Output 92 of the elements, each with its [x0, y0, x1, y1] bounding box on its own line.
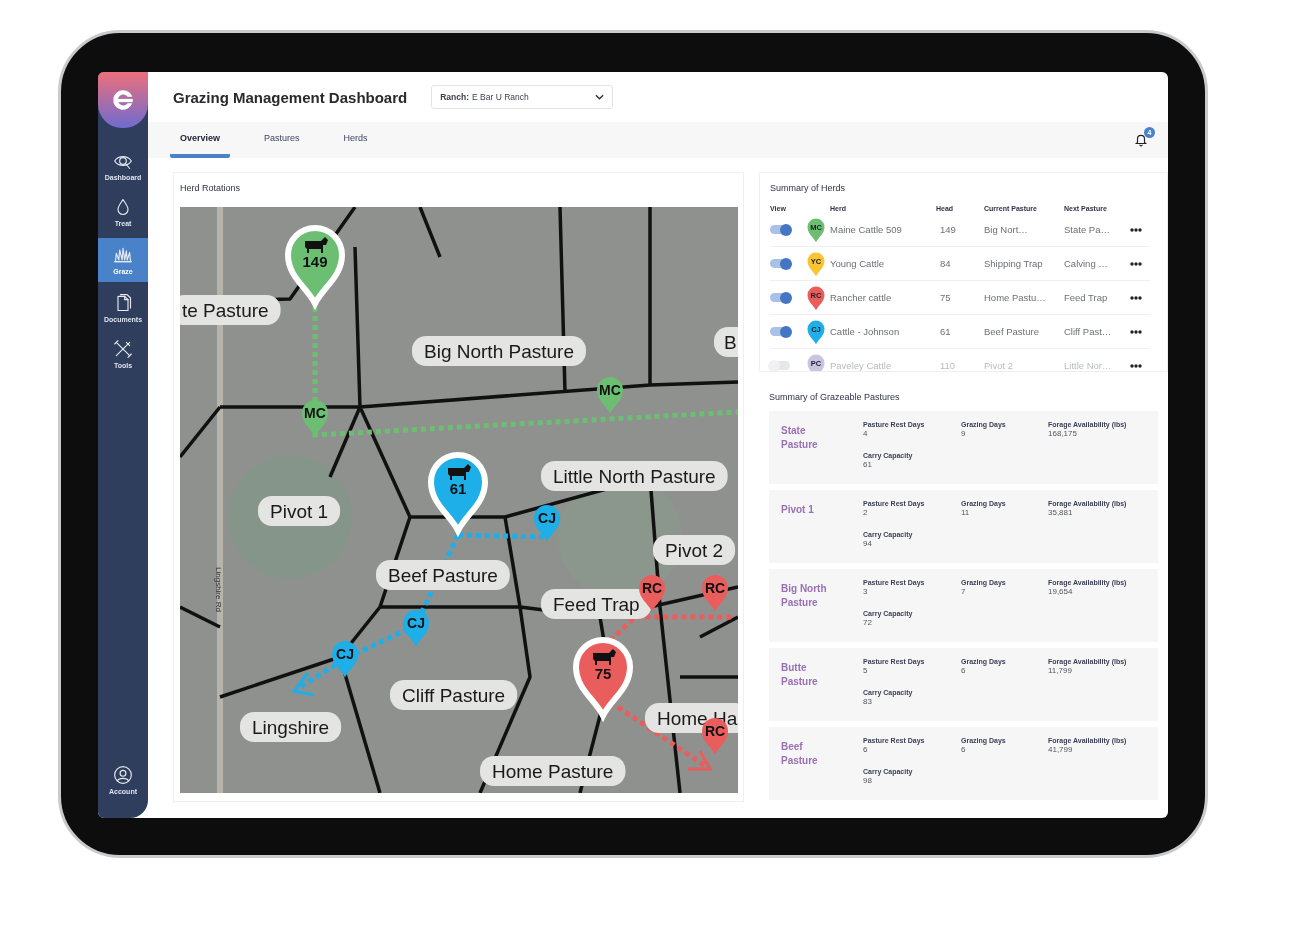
field-value: 6 [961, 666, 967, 675]
herd-name: Young Cattle [830, 247, 936, 281]
bell-icon[interactable] [1134, 133, 1148, 147]
next-pasture: State Pa… [1064, 213, 1130, 247]
more-icon[interactable] [1130, 227, 1142, 232]
tools-icon [112, 339, 134, 359]
next-pasture: Cliff Past… [1064, 315, 1130, 349]
pasture-name: Big North Pasture [781, 582, 828, 610]
more-icon[interactable] [1130, 261, 1142, 266]
view-toggle[interactable] [770, 225, 790, 234]
field-value: 168,175 [1048, 429, 1078, 438]
head-count: 84 [936, 247, 984, 281]
pasture-label: Pivot 2 [653, 535, 736, 565]
logo-icon [110, 87, 136, 113]
pasture-label: Little North Pasture [541, 461, 728, 491]
current-pasture: Shipping Trap [984, 247, 1064, 281]
view-toggle[interactable] [770, 259, 790, 268]
field-value: 5 [863, 666, 869, 675]
pin-initials: CJ [336, 646, 354, 662]
current-pasture: Pivot 2 [984, 349, 1064, 371]
herd-name: Paveley Cattle [830, 349, 936, 371]
page-title: Grazing Management Dashboard [173, 88, 408, 106]
pin-initials: CJ [407, 615, 425, 631]
field-value: 11,799 [1048, 666, 1073, 675]
field-value: 35,881 [1048, 508, 1074, 517]
pasture-name: Butte Pasture [781, 661, 819, 689]
more-icon[interactable] [1130, 295, 1142, 300]
next-pasture: Feed Trap [1064, 281, 1130, 315]
next-pasture: Little Nor… [1064, 349, 1130, 371]
head-count: 75 [936, 281, 984, 315]
field-value: 61 [863, 460, 873, 469]
pin-initials: RC [704, 723, 726, 739]
herd-count: 75 [594, 665, 612, 682]
pasture-label: Home Pasture [480, 756, 626, 786]
pasture-label: Big North Pasture [412, 336, 586, 366]
pin-initials: RC [704, 580, 726, 596]
head-count: 61 [936, 315, 984, 349]
section-title: Summary of Grazeable Pastures [769, 392, 901, 402]
field-value: 6 [863, 745, 869, 754]
field-value: 4 [863, 429, 869, 438]
pin-initials: MC [599, 382, 621, 398]
tab[interactable]: Pastures [254, 122, 310, 158]
herd-count: 61 [449, 480, 467, 497]
card-title: Herd Rotations [180, 183, 242, 193]
pasture-label: Pivot 1 [258, 496, 341, 526]
pasture-name: State Pasture [781, 424, 819, 452]
more-icon[interactable] [1130, 329, 1142, 334]
grass-icon [112, 245, 134, 265]
card-title: Summary of Herds [770, 183, 847, 193]
tab[interactable]: Herds [333, 122, 378, 158]
herd-count: 149 [302, 253, 328, 270]
field-value: 11 [961, 508, 971, 517]
head-count: 149 [936, 213, 984, 247]
field-value: 19,654 [1048, 587, 1074, 596]
pasture-label: te Pasture [180, 295, 281, 325]
field-value: 41,799 [1048, 745, 1074, 754]
cow-icon [448, 464, 471, 480]
current-pasture: Big Nort… [984, 213, 1064, 247]
pasture-name: Beef Pasture [781, 740, 819, 768]
view-toggle[interactable] [770, 327, 790, 336]
field-value: 83 [863, 697, 873, 706]
view-toggle[interactable] [770, 361, 790, 370]
herd-name: Cattle - Johnson [830, 315, 936, 349]
field-value: 3 [863, 587, 869, 596]
pasture-name: Pivot 1 [781, 503, 815, 517]
head-count: 110 [936, 349, 984, 371]
field-value: 98 [863, 776, 873, 785]
field-value: 72 [863, 618, 873, 627]
field-value: 7 [961, 587, 967, 596]
field-value: 2 [863, 508, 869, 517]
view-toggle[interactable] [770, 293, 790, 302]
road-label: Lingshire Rd [214, 567, 223, 612]
cow-icon [305, 237, 328, 253]
herd-name: Maine Cattle 509 [830, 213, 936, 247]
user-icon [112, 765, 134, 785]
field-value: 9 [961, 429, 967, 438]
field-value: 94 [863, 539, 873, 548]
ranch-dropdown[interactable]: Ranch: E Bar U Ranch [431, 85, 614, 109]
pin-initials: MC [304, 405, 326, 421]
caret-icon [595, 94, 605, 100]
pasture-label: Beef Pasture [376, 560, 510, 590]
tab[interactable]: Overview [170, 122, 231, 158]
herd-name: Rancher cattle [830, 281, 936, 315]
next-pasture: Calving … [1064, 247, 1130, 281]
pin-initials: CJ [538, 510, 556, 526]
current-pasture: Beef Pasture [984, 315, 1064, 349]
cow-icon [593, 649, 616, 665]
pasture-label: Lingshire [240, 712, 342, 742]
more-icon[interactable] [1130, 363, 1142, 368]
pasture-label: Cliff Pasture [390, 680, 518, 710]
field-value: 6 [961, 745, 967, 754]
current-pasture: Home Pastu… [984, 281, 1064, 315]
